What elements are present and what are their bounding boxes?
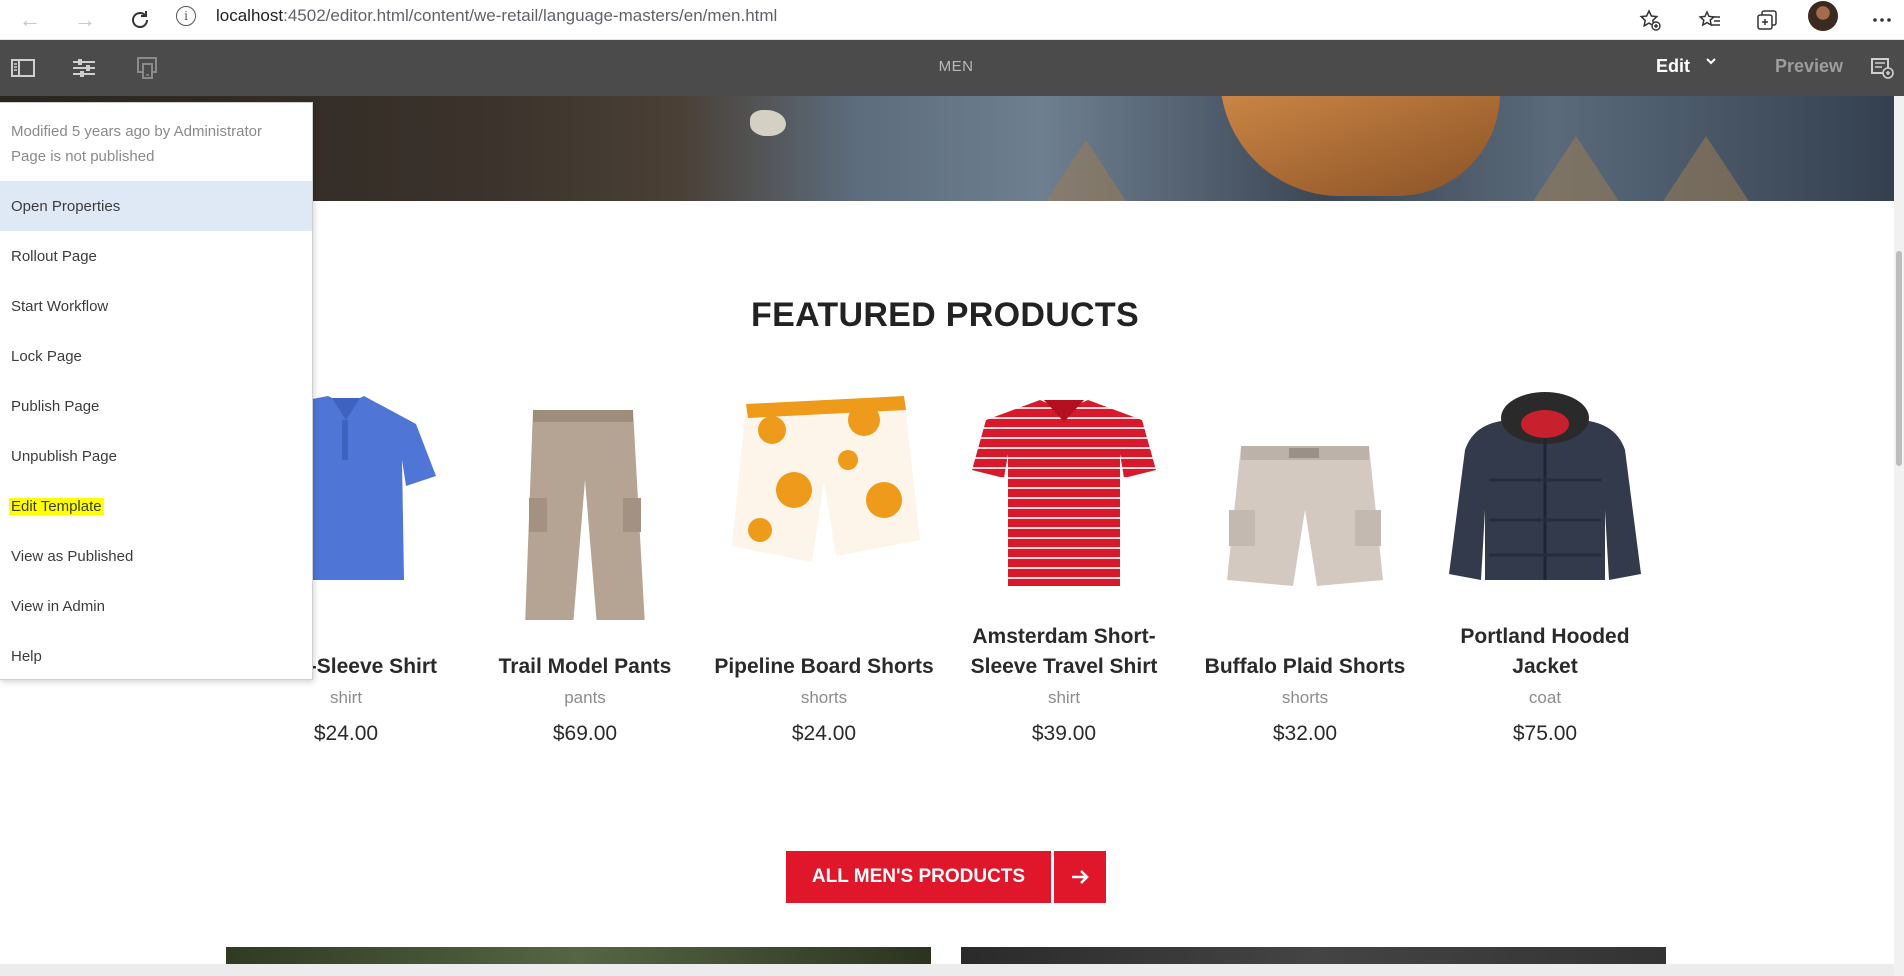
product-price: $32.00 bbox=[1272, 722, 1338, 745]
horizontal-scrollbar[interactable] bbox=[0, 964, 1894, 976]
hero-rock-hold bbox=[750, 110, 786, 136]
product-image-board-shorts[interactable] bbox=[724, 390, 924, 590]
product-card[interactable]: Trail Model Pants pants $69.00 bbox=[475, 390, 695, 746]
product-card[interactable]: Amsterdam Short-Sleeve Travel Shirt shir… bbox=[954, 390, 1174, 746]
all-mens-products-button[interactable]: ALL MEN'S PRODUCTS bbox=[786, 851, 1051, 903]
favorites-icon[interactable] bbox=[1694, 4, 1726, 36]
page-title: MEN bbox=[938, 58, 974, 75]
product-price: $24.00 bbox=[791, 722, 857, 745]
product-name[interactable]: Amsterdam Short-Sleeve Travel Shirt bbox=[954, 622, 1174, 682]
preview-button[interactable]: Preview bbox=[1775, 56, 1843, 77]
menu-item-help[interactable]: Help bbox=[0, 631, 312, 681]
modified-info: Modified 5 years ago by Administrator bbox=[11, 123, 262, 140]
product-image-pants[interactable] bbox=[485, 390, 685, 626]
url-host: localhost bbox=[216, 6, 284, 25]
hero-pattern bbox=[1530, 136, 1622, 201]
arrow-right-icon[interactable] bbox=[1054, 851, 1106, 903]
product-price: $39.00 bbox=[1031, 722, 1097, 745]
more-menu-icon[interactable] bbox=[1866, 4, 1898, 36]
reload-icon[interactable] bbox=[124, 4, 156, 36]
editor-toolbar: MEN Edit Preview bbox=[0, 40, 1904, 96]
url-path: :4502/editor.html/content/we-retail/lang… bbox=[283, 6, 778, 25]
product-category: shirt bbox=[329, 688, 363, 707]
product-name[interactable]: Portland Hooded Jacket bbox=[1435, 622, 1655, 682]
product-image-striped-shirt[interactable] bbox=[964, 390, 1164, 590]
product-name[interactable]: Trail Model Pants bbox=[475, 622, 695, 682]
menu-item-unpublish-page[interactable]: Unpublish Page bbox=[0, 431, 312, 481]
product-price: $24.00 bbox=[313, 722, 379, 745]
product-card[interactable]: Buffalo Plaid Shorts shorts $32.00 bbox=[1195, 390, 1415, 746]
menu-item-view-as-published[interactable]: View as Published bbox=[0, 531, 312, 581]
menu-item-edit-template[interactable]: Edit Template bbox=[0, 481, 312, 531]
product-category: shorts bbox=[1281, 688, 1329, 707]
collections-icon[interactable] bbox=[1751, 4, 1783, 36]
teaser-image-left bbox=[226, 947, 931, 964]
page-information-menu: Modified 5 years ago by Administrator Pa… bbox=[0, 102, 313, 680]
publish-status: Page is not published bbox=[11, 148, 155, 165]
teaser-image-right bbox=[961, 947, 1666, 964]
add-favorite-icon[interactable] bbox=[1634, 4, 1666, 36]
menu-item-publish-page[interactable]: Publish Page bbox=[0, 381, 312, 431]
product-category: shorts bbox=[800, 688, 848, 707]
menu-item-start-workflow[interactable]: Start Workflow bbox=[0, 281, 312, 331]
product-card[interactable]: Portland Hooded Jacket coat $75.00 bbox=[1435, 390, 1655, 746]
profile-avatar[interactable] bbox=[1808, 1, 1838, 31]
hero-pattern bbox=[1660, 136, 1752, 201]
back-arrow-icon[interactable]: ← bbox=[14, 4, 46, 36]
product-category: shirt bbox=[1047, 688, 1081, 707]
chevron-down-icon[interactable] bbox=[1704, 54, 1718, 73]
product-name[interactable]: Buffalo Plaid Shorts bbox=[1195, 622, 1415, 682]
all-mens-products-cta[interactable]: ALL MEN'S PRODUCTS bbox=[786, 851, 1106, 903]
browser-toolbar: ← → i localhost:4502/editor.html/content… bbox=[0, 0, 1904, 40]
annotations-icon[interactable] bbox=[1866, 52, 1898, 84]
product-price: $75.00 bbox=[1512, 722, 1578, 745]
menu-item-rollout-page[interactable]: Rollout Page bbox=[0, 231, 312, 281]
hero-climber-shoe bbox=[1220, 96, 1500, 196]
product-category: pants bbox=[564, 688, 606, 707]
product-name[interactable]: Pipeline Board Shorts bbox=[714, 622, 934, 682]
hero-pattern bbox=[1040, 140, 1132, 201]
product-image-hooded-jacket[interactable] bbox=[1445, 390, 1645, 590]
product-category: coat bbox=[1528, 688, 1562, 707]
page-meta: Modified 5 years ago by Administrator Pa… bbox=[0, 103, 312, 181]
menu-item-open-properties[interactable]: Open Properties bbox=[0, 181, 312, 231]
product-image-cargo-shorts[interactable] bbox=[1205, 390, 1405, 590]
address-bar[interactable]: i localhost:4502/editor.html/content/we-… bbox=[176, 0, 1676, 32]
product-card[interactable]: Pipeline Board Shorts shorts $24.00 bbox=[714, 390, 934, 746]
vertical-scrollbar[interactable] bbox=[1894, 96, 1904, 976]
menu-item-lock-page[interactable]: Lock Page bbox=[0, 331, 312, 381]
site-info-icon[interactable]: i bbox=[176, 6, 196, 26]
menu-item-view-in-admin[interactable]: View in Admin bbox=[0, 581, 312, 631]
product-price: $69.00 bbox=[552, 722, 618, 745]
forward-arrow-icon[interactable]: → bbox=[69, 4, 101, 36]
mode-edit-label[interactable]: Edit bbox=[1656, 56, 1690, 77]
scrollbar-thumb[interactable] bbox=[1896, 251, 1902, 466]
